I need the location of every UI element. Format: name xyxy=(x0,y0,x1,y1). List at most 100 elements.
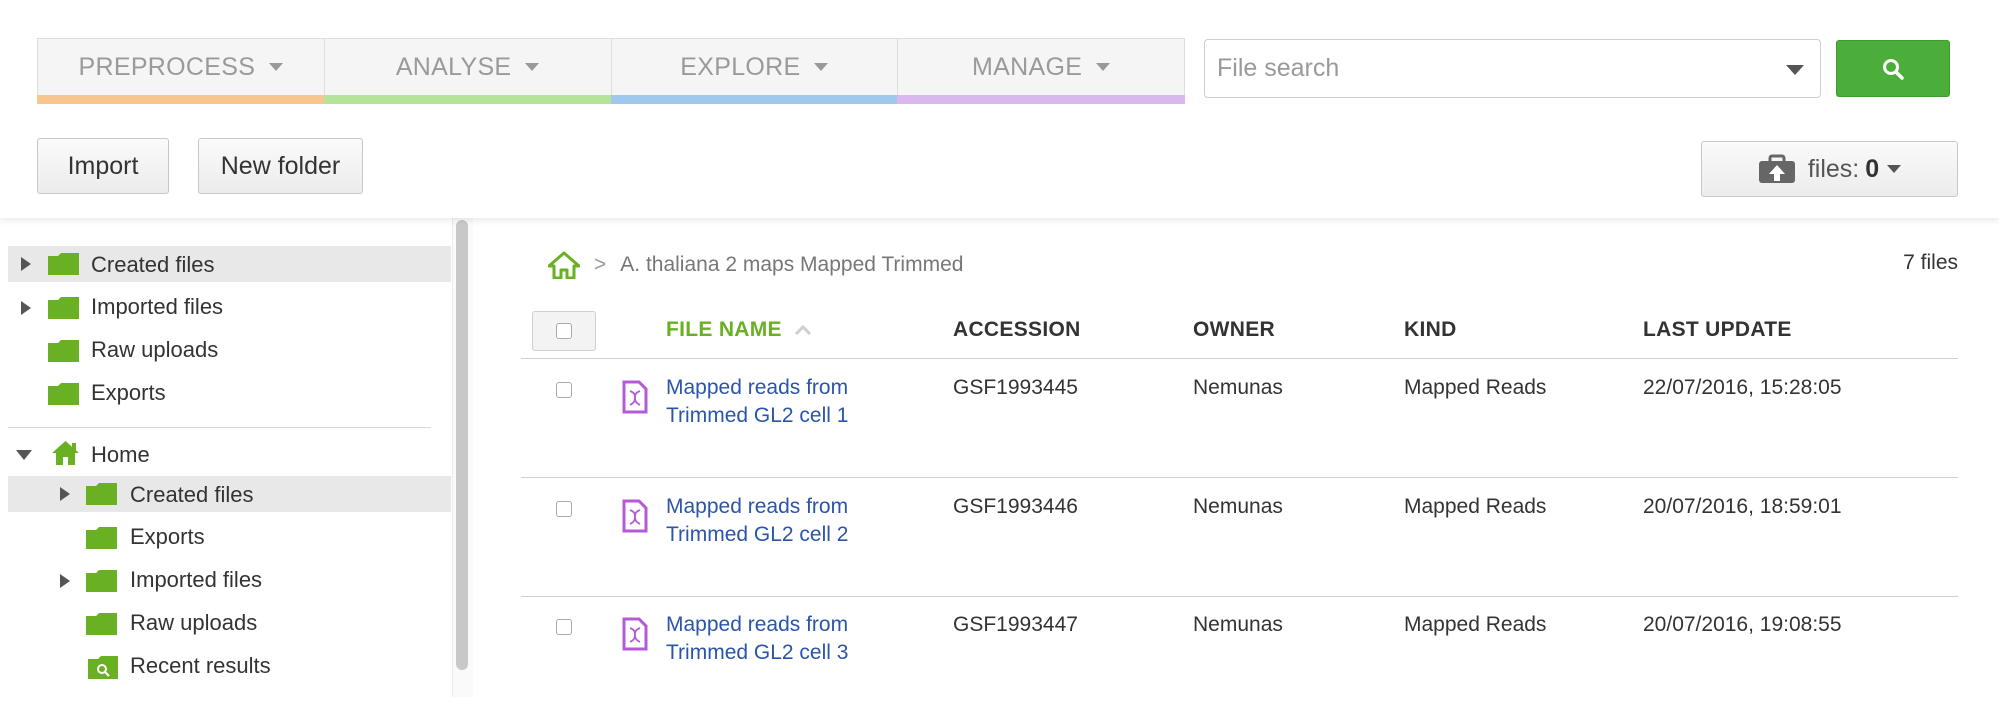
select-all-control[interactable] xyxy=(532,311,596,351)
folder-icon xyxy=(48,253,79,275)
breadcrumb-current: A. thaliana 2 maps Mapped Trimmed xyxy=(620,253,964,276)
owner-cell: Nemunas xyxy=(1193,376,1283,399)
tab-label: EXPLORE xyxy=(680,52,801,81)
sidebar-item-home[interactable]: Home xyxy=(8,436,451,472)
file-count: 7 files xyxy=(1903,251,1958,274)
sidebar-item-label: Raw uploads xyxy=(91,337,219,362)
sidebar-item-home-created-files[interactable]: Created files xyxy=(8,476,451,512)
chevron-down-icon[interactable] xyxy=(16,450,32,460)
sidebar-item-label: Imported files xyxy=(130,567,263,592)
chevron-down-icon xyxy=(1887,165,1902,173)
tab-underline xyxy=(323,95,612,104)
owner-cell: Nemunas xyxy=(1193,613,1283,636)
tab-explore[interactable]: EXPLORE xyxy=(610,38,899,104)
file-search-input[interactable] xyxy=(1205,53,1759,84)
row-checkbox[interactable] xyxy=(556,382,572,398)
sidebar-item-imported-files[interactable]: Imported files xyxy=(8,290,451,326)
breadcrumb-separator: > xyxy=(594,253,607,276)
kind-cell: Mapped Reads xyxy=(1404,495,1547,518)
folder-icon xyxy=(48,383,79,405)
sidebar: Created files Imported files Raw uploads… xyxy=(0,218,473,697)
files-count: 0 xyxy=(1865,154,1880,183)
table-header: FILE NAME ACCESSION OWNER KIND LAST UPDA… xyxy=(521,308,1958,359)
chevron-down-icon xyxy=(269,63,284,71)
sidebar-item-label: Imported files xyxy=(91,294,224,319)
folder-icon xyxy=(48,340,79,362)
column-header-accession[interactable]: ACCESSION xyxy=(953,318,1081,342)
folder-icon xyxy=(48,297,79,319)
table-row[interactable]: Mapped reads from Trimmed GL2 cell 3 GSF… xyxy=(521,596,1958,714)
sidebar-scrollbar-thumb[interactable] xyxy=(456,220,468,670)
tab-preprocess[interactable]: PREPROCESS xyxy=(37,38,325,104)
file-name-link[interactable]: Mapped reads from Trimmed GL2 cell 3 xyxy=(666,611,876,667)
select-all-checkbox[interactable] xyxy=(556,323,572,339)
chevron-down-icon xyxy=(1096,63,1111,71)
briefcase-upload-icon xyxy=(1758,154,1795,183)
owner-cell: Nemunas xyxy=(1193,495,1283,518)
row-checkbox[interactable] xyxy=(556,501,572,517)
chevron-down-icon xyxy=(814,63,829,71)
kind-cell: Mapped Reads xyxy=(1404,613,1547,636)
sort-ascending-icon xyxy=(794,324,812,336)
folder-icon xyxy=(86,570,117,592)
home-icon xyxy=(52,441,79,465)
sidebar-item-label: Exports xyxy=(91,380,166,405)
breadcrumb: > A. thaliana 2 maps Mapped Trimmed xyxy=(548,251,963,279)
sidebar-item-label: Exports xyxy=(130,524,205,549)
folder-icon xyxy=(86,613,117,635)
sidebar-item-raw-uploads[interactable]: Raw uploads xyxy=(8,333,451,369)
table-row[interactable]: Mapped reads from Trimmed GL2 cell 2 GSF… xyxy=(521,478,1958,597)
chevron-right-icon[interactable] xyxy=(21,301,31,315)
mapped-reads-file-icon xyxy=(622,617,648,651)
file-name-link[interactable]: Mapped reads from Trimmed GL2 cell 1 xyxy=(666,374,876,430)
chevron-down-icon[interactable] xyxy=(1786,65,1804,75)
app-nav-tabs: PREPROCESS ANALYSE EXPLORE MANAGE xyxy=(37,38,1185,104)
last-update-cell: 20/07/2016, 19:08:55 xyxy=(1643,613,1842,636)
sidebar-item-home-exports[interactable]: Exports xyxy=(8,520,451,556)
folder-icon xyxy=(86,483,117,505)
chevron-down-icon xyxy=(525,63,540,71)
row-checkbox[interactable] xyxy=(556,619,572,635)
file-search-box xyxy=(1204,39,1821,98)
sidebar-item-recent-results[interactable]: Recent results xyxy=(8,649,451,685)
search-icon xyxy=(1883,58,1904,80)
sidebar-item-label: Recent results xyxy=(130,653,271,678)
sidebar-divider xyxy=(8,427,431,428)
column-header-kind[interactable]: KIND xyxy=(1404,318,1457,342)
chevron-right-icon[interactable] xyxy=(60,574,70,588)
file-browser: > A. thaliana 2 maps Mapped Trimmed 7 fi… xyxy=(472,218,1999,697)
tab-analyse[interactable]: ANALYSE xyxy=(323,38,612,104)
tab-label: ANALYSE xyxy=(395,52,512,81)
new-folder-button[interactable]: New folder xyxy=(198,138,363,194)
accession-cell: GSF1993445 xyxy=(953,376,1078,399)
sidebar-item-label: Raw uploads xyxy=(130,610,258,635)
mapped-reads-file-icon xyxy=(622,499,648,533)
sidebar-item-exports[interactable]: Exports xyxy=(8,376,451,412)
sidebar-item-created-files[interactable]: Created files xyxy=(8,246,451,282)
column-label: FILE NAME xyxy=(666,318,782,341)
chevron-right-icon[interactable] xyxy=(60,487,70,501)
files-label: files: xyxy=(1807,154,1860,183)
column-header-owner[interactable]: OWNER xyxy=(1193,318,1275,342)
table-row[interactable]: Mapped reads from Trimmed GL2 cell 1 GSF… xyxy=(521,359,1958,478)
tab-label: MANAGE xyxy=(972,52,1083,81)
top-toolbar: PREPROCESS ANALYSE EXPLORE MANAGE Import… xyxy=(0,0,1999,218)
home-icon[interactable] xyxy=(548,251,580,279)
chevron-right-icon[interactable] xyxy=(21,257,31,271)
tab-label: PREPROCESS xyxy=(78,52,256,81)
column-header-file-name[interactable]: FILE NAME xyxy=(666,318,812,342)
tab-manage[interactable]: MANAGE xyxy=(897,38,1185,104)
accession-cell: GSF1993447 xyxy=(953,613,1078,636)
file-name-link[interactable]: Mapped reads from Trimmed GL2 cell 2 xyxy=(666,493,876,549)
files-basket-button[interactable]: files: 0 xyxy=(1701,141,1958,197)
column-header-last-update[interactable]: LAST UPDATE xyxy=(1643,318,1792,342)
tab-underline xyxy=(37,95,325,104)
import-button[interactable]: Import xyxy=(37,138,169,194)
sidebar-item-home-imported-files[interactable]: Imported files xyxy=(8,563,451,599)
folder-icon xyxy=(86,527,117,549)
tab-underline xyxy=(610,95,899,104)
accession-cell: GSF1993446 xyxy=(953,495,1078,518)
recent-results-icon xyxy=(88,656,118,679)
sidebar-item-home-raw-uploads[interactable]: Raw uploads xyxy=(8,606,451,642)
search-button[interactable] xyxy=(1836,40,1950,97)
